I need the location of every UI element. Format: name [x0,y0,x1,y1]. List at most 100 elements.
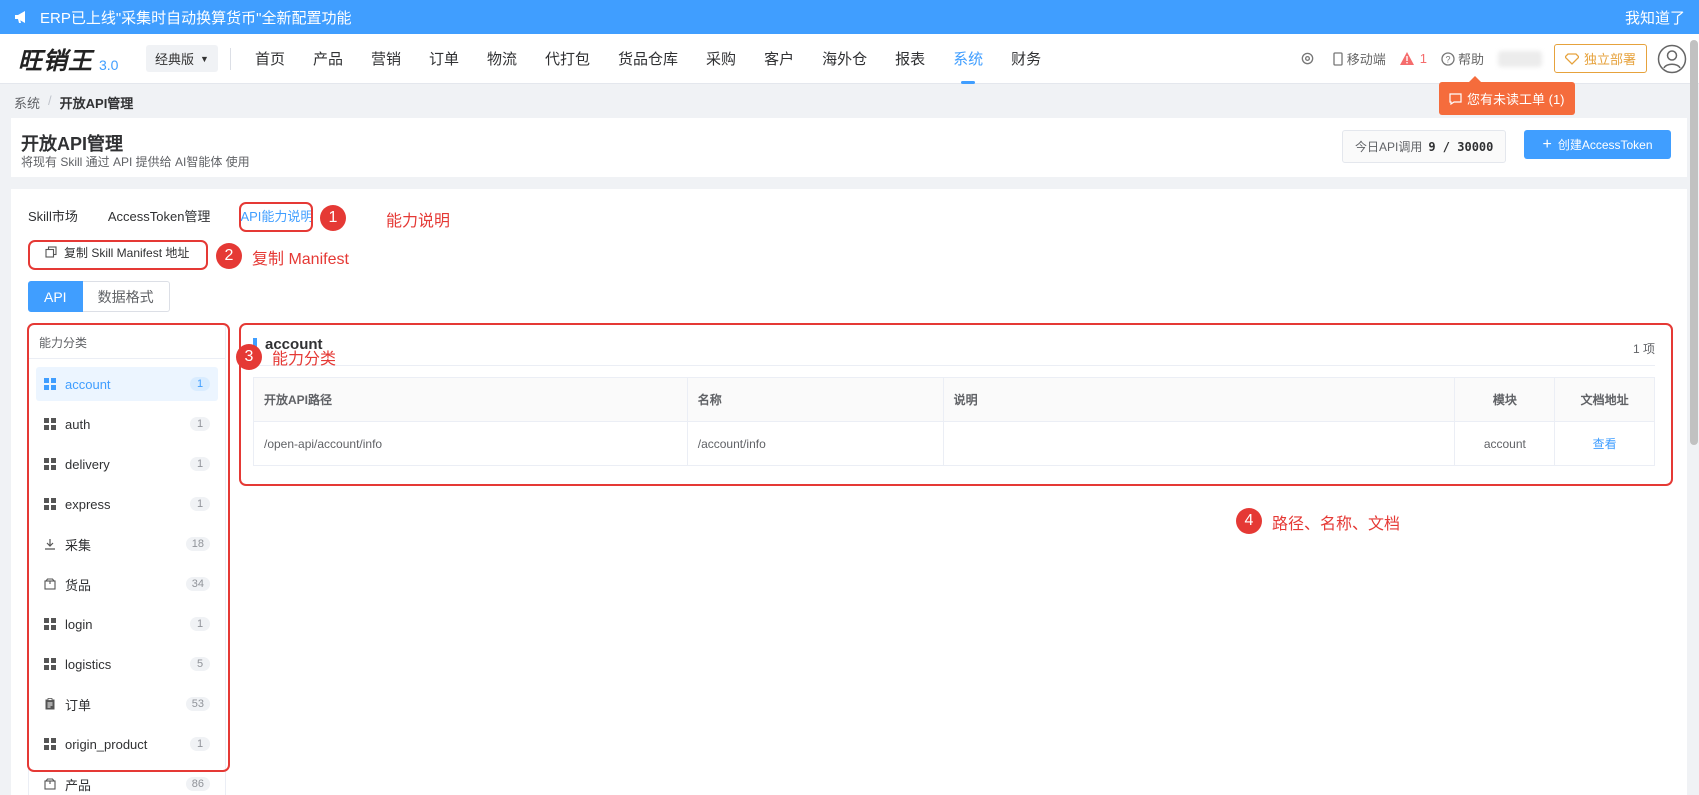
top-header: 旺销王 3.0 经典版 ▼ 首页 产品 营销 订单 物流 代打包 货品仓库 采购… [0,34,1699,84]
grid-icon [44,418,56,430]
annotation-number-4: 4 [1236,508,1262,534]
package-icon [44,578,56,590]
category-label: 订单 [65,697,92,713]
breadcrumb-current: 开放API管理 [59,96,134,111]
annotation-number-1: 1 [320,205,346,231]
user-name-blurred [1497,50,1542,67]
nav-purchase[interactable]: 采购 [692,34,750,84]
category-label: express [65,496,111,512]
copy-manifest-button[interactable]: 复制 Skill Manifest 地址 [33,241,201,263]
dismiss-announcement-button[interactable]: 我知道了 [1625,7,1685,28]
category-count: 1 [190,497,210,511]
nav-finance[interactable]: 财务 [997,34,1055,84]
question-icon: ? [1441,51,1455,66]
settings-button[interactable] [1300,51,1318,66]
message-icon [1449,92,1462,105]
category-item[interactable]: 订单 53 [36,687,218,721]
category-label: 产品 [65,777,92,793]
download-icon [44,538,56,550]
category-item[interactable]: login 1 [36,607,218,641]
nav-packing[interactable]: 代打包 [531,34,604,84]
nav-warehouse[interactable]: 货品仓库 [604,34,692,84]
unread-ticket-tooltip[interactable]: 您有未读工单 (1) [1439,76,1575,115]
column-header-path: 开放API路径 [253,377,688,422]
warning-button[interactable]: 1 [1399,51,1427,66]
category-item[interactable]: 产品 86 [36,767,218,795]
page-subtitle: 将现有 Skill 通过 API 提供给 AI智能体 使用 [21,155,250,169]
package-icon [44,778,56,790]
table-row: /open-api/account/info /account/info acc… [253,421,1655,466]
grid-icon [44,658,56,670]
deploy-label: 独立部署 [1583,52,1636,67]
grid-icon [44,738,56,750]
edition-select[interactable]: 经典版 ▼ [146,45,218,72]
category-title: 能力分类 [29,325,225,359]
mobile-button[interactable]: 移动端 [1332,49,1386,68]
category-panel: 能力分类 account 1 auth 1 delivery 1 express 1 采集 18 货… [28,324,226,795]
logo[interactable]: 旺销王 3.0 [18,41,128,76]
main-nav: 首页 产品 营销 订单 物流 代打包 货品仓库 采购 客户 海外仓 报表 系统 … [241,34,1055,84]
avatar[interactable] [1657,44,1687,74]
annotation-number-3: 3 [236,344,262,370]
annotation-number-2: 2 [216,243,242,269]
nav-orders[interactable]: 订单 [415,34,473,84]
announcement-bar: ERP已上线"采集时自动换算货币"全新配置功能 我知道了 [0,0,1699,34]
category-item[interactable]: account 1 [36,367,218,401]
nav-reports[interactable]: 报表 [881,34,939,84]
column-header-doc: 文档地址 [1554,377,1655,422]
category-count: 1 [190,457,210,471]
mobile-label: 移动端 [1346,52,1386,67]
nav-home[interactable]: 首页 [241,34,299,84]
create-accesstoken-button[interactable]: + 创建AccessToken [1524,130,1671,159]
category-item[interactable]: 货品 34 [36,567,218,601]
help-button[interactable]: ? 帮助 [1441,49,1484,68]
category-count: 1 [190,417,210,431]
category-count: 86 [185,777,210,791]
nav-product[interactable]: 产品 [299,34,357,84]
view-doc-link[interactable]: 查看 [1593,437,1617,451]
nav-system[interactable]: 系统 [939,34,997,84]
copy-icon [45,246,57,258]
category-list: account 1 auth 1 delivery 1 express 1 采集 18 货品 34 lo… [29,359,225,795]
category-item[interactable]: logistics 5 [36,647,218,681]
segment-api[interactable]: API [28,281,83,312]
tab-accesstoken[interactable]: AccessToken管理 [108,206,211,225]
tab-api-capability[interactable]: API能力说明 [240,206,313,225]
nav-marketing[interactable]: 营销 [357,34,415,84]
breadcrumb-parent[interactable]: 系统 [14,93,40,112]
category-label: 采集 [65,537,92,553]
category-count: 1 [190,737,210,751]
cell-doc: 查看 [1554,421,1655,466]
category-item[interactable]: express 1 [36,487,218,521]
category-item[interactable]: auth 1 [36,407,218,441]
tab-bar: Skill市场 AccessToken管理 API能力说明 [28,206,343,225]
nav-divider [229,47,231,70]
warning-icon [1399,52,1414,65]
category-label: origin_product [65,736,148,752]
nav-overseas-warehouse[interactable]: 海外仓 [808,34,881,84]
mobile-icon [1333,51,1343,66]
nav-customer[interactable]: 客户 [750,34,808,84]
warning-count: 1 [1419,51,1427,66]
tab-skill-market[interactable]: Skill市场 [28,206,78,225]
segment-data-format[interactable]: 数据格式 [82,281,170,312]
api-section-count: 1 项 [1632,342,1655,356]
logo-brand: 旺销王 [18,46,93,75]
category-item[interactable]: delivery 1 [36,447,218,481]
announcement-text: ERP已上线"采集时自动换算货币"全新配置功能 [40,9,352,27]
category-item[interactable]: origin_product 1 [36,727,218,761]
category-item[interactable]: 采集 18 [36,527,218,561]
category-count: 1 [190,377,210,391]
api-list-panel: account 1 项 开放API路径 名称 说明 模块 文档地址 /open-… [239,324,1672,472]
grid-icon [44,458,56,470]
column-header-module: 模块 [1454,377,1556,422]
nav-logistics[interactable]: 物流 [473,34,531,84]
grid-icon [44,498,56,510]
cell-name: /account/info [686,421,944,466]
page-header: 开放API管理 将现有 Skill 通过 API 提供给 AI智能体 使用 今日… [11,118,1687,177]
category-label: login [65,616,93,632]
deploy-button[interactable]: 独立部署 [1553,44,1647,73]
page-scrollbar[interactable] [1690,40,1698,445]
category-count: 53 [185,697,210,711]
megaphone-icon [15,11,25,23]
